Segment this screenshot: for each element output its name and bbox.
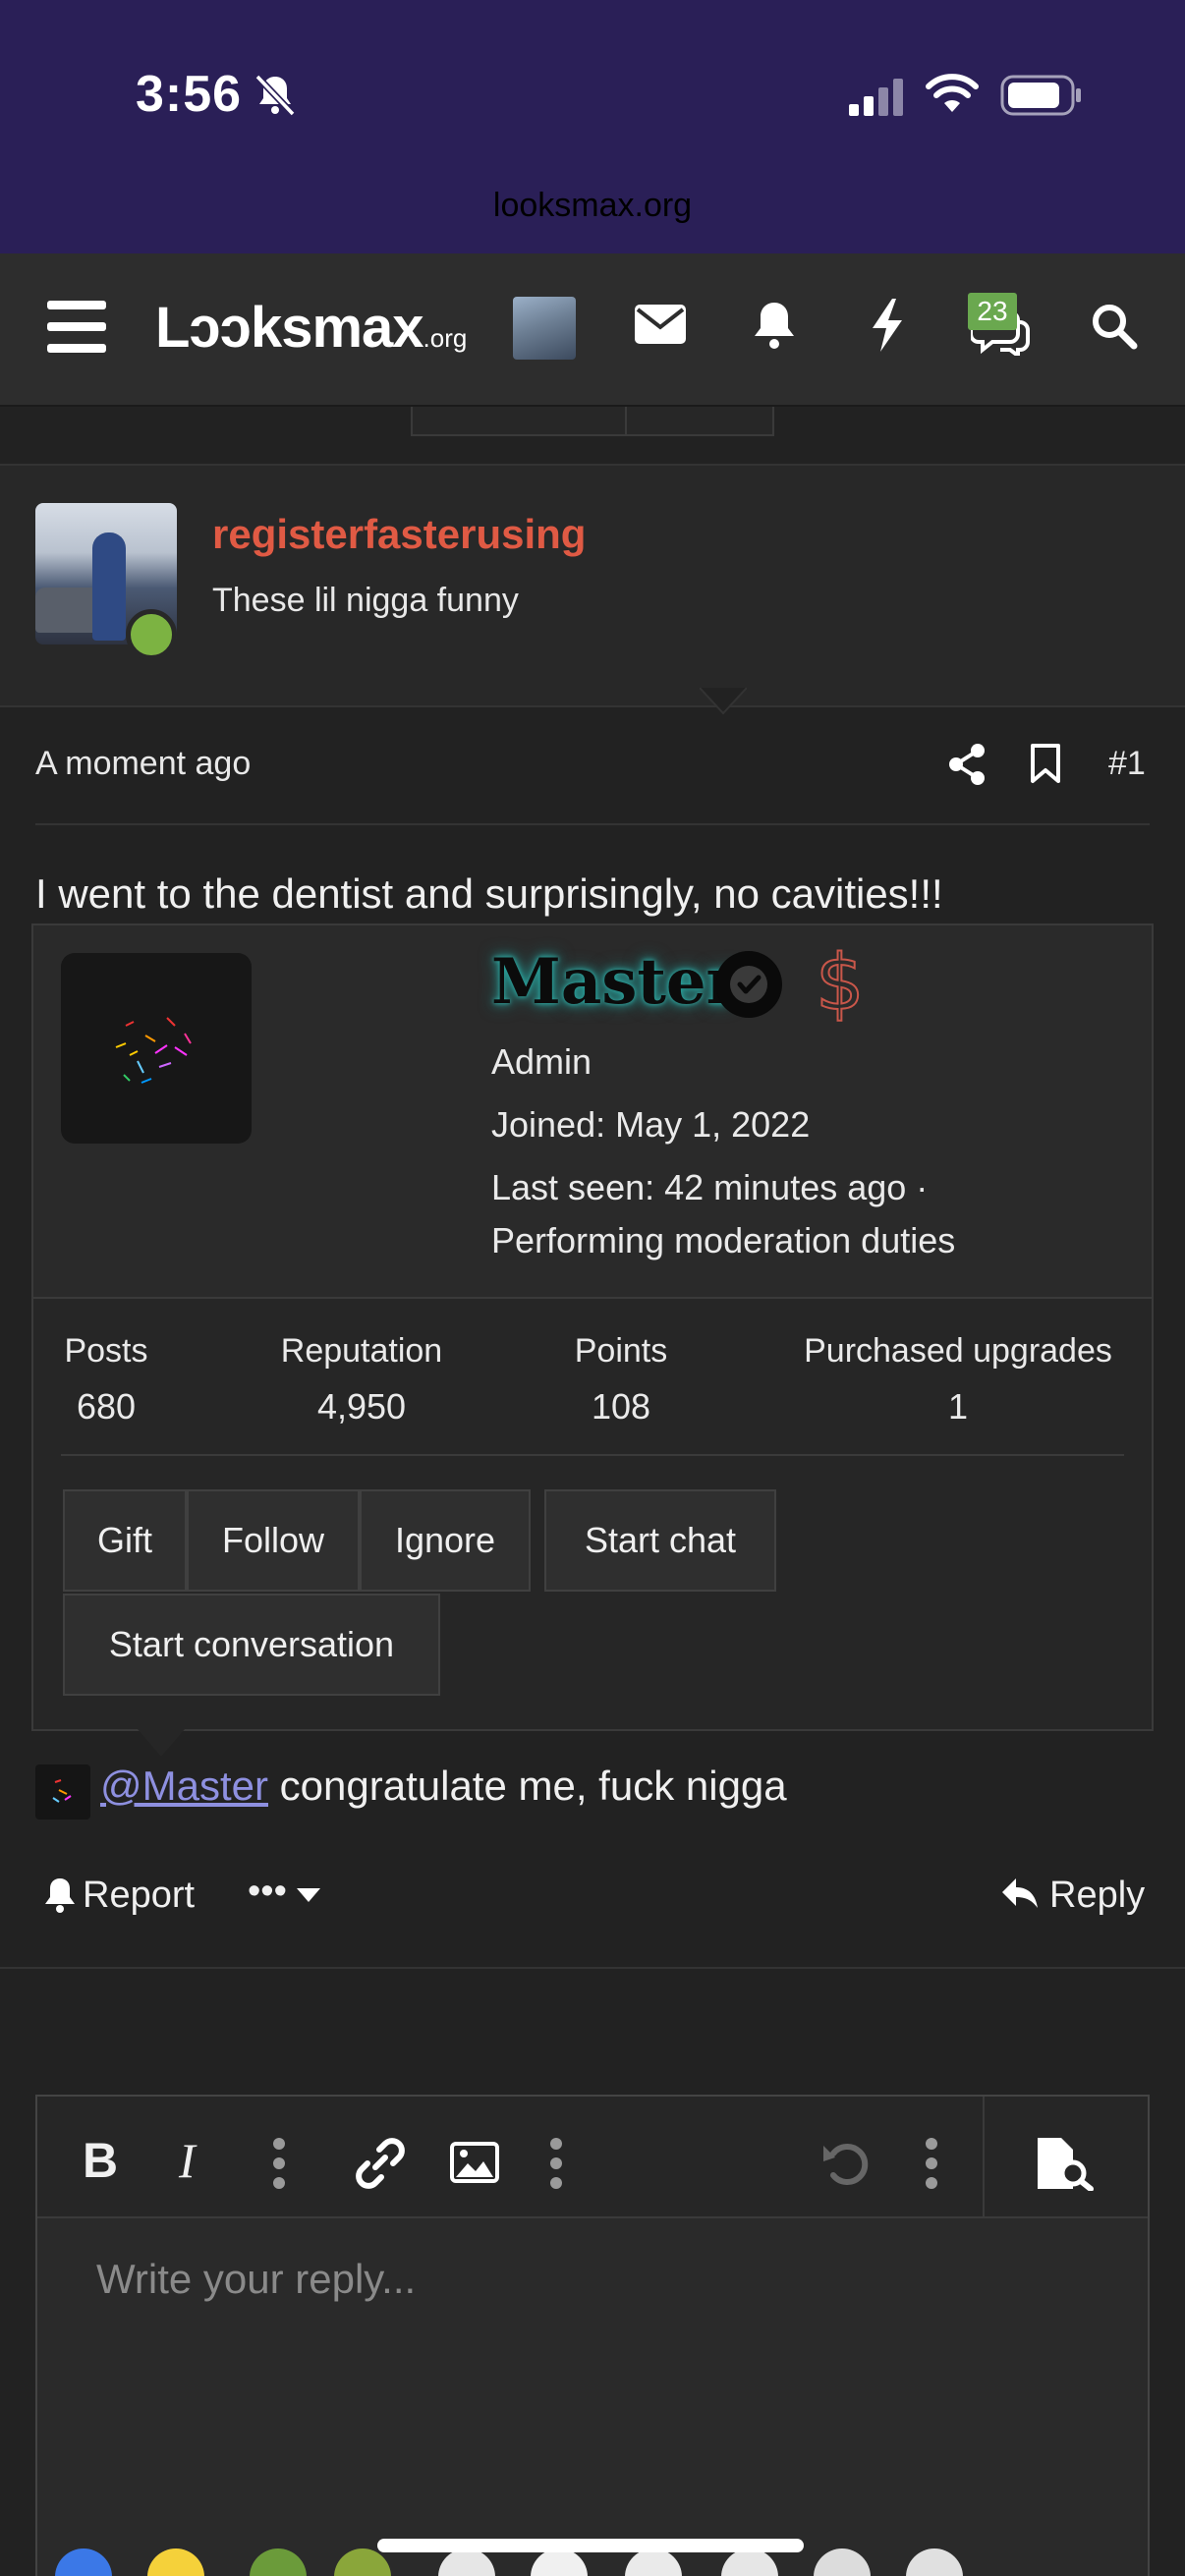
conversations-badge[interactable]: 23 bbox=[968, 293, 1017, 330]
pointer-caret bbox=[700, 688, 747, 715]
section-divider bbox=[0, 1967, 1185, 1969]
toolbar-divider bbox=[983, 2097, 985, 2218]
site-logo[interactable]: Lɔɔksmax.org bbox=[155, 295, 467, 361]
menu-icon[interactable] bbox=[47, 299, 106, 354]
more-options-icon[interactable] bbox=[271, 2138, 287, 2189]
emoji-icon[interactable] bbox=[334, 2548, 391, 2576]
stat-value: 1 bbox=[947, 1386, 969, 1427]
wifi-icon bbox=[926, 74, 979, 112]
reply-placeholder: Write your reply... bbox=[96, 2256, 417, 2302]
mention-avatar[interactable] bbox=[35, 1764, 90, 1820]
stat-label: Reputation bbox=[280, 1332, 443, 1370]
member-avatar-art bbox=[115, 1017, 192, 1084]
user-avatar[interactable] bbox=[513, 297, 576, 360]
emoji-strip bbox=[0, 2548, 1185, 2576]
post-author-header bbox=[0, 464, 1185, 707]
home-indicator[interactable] bbox=[377, 2539, 804, 2552]
post-body-mention-line: @Master congratulate me, fuck nigga bbox=[100, 1763, 787, 1810]
stat-purchased-upgrades[interactable]: Purchased upgrades 1 bbox=[784, 1332, 1132, 1428]
emoji-icon[interactable] bbox=[906, 2548, 963, 2576]
stats-divider bbox=[61, 1454, 1124, 1456]
start-conversation-button[interactable]: Start conversation bbox=[63, 1594, 440, 1696]
bookmark-icon[interactable] bbox=[1030, 743, 1061, 784]
emoji-icon[interactable] bbox=[721, 2548, 778, 2576]
member-avatar[interactable] bbox=[61, 953, 252, 1144]
bell-slash-icon bbox=[254, 74, 296, 117]
stat-value: 680 bbox=[76, 1386, 137, 1427]
gift-button[interactable]: Gift bbox=[63, 1489, 187, 1592]
cellular-signal-icon bbox=[849, 79, 903, 116]
stat-label: Purchased upgrades bbox=[804, 1332, 1112, 1370]
dollar-upgrade-icon: $ bbox=[815, 938, 866, 1029]
address-bar-url[interactable]: looksmax.org bbox=[0, 187, 1185, 225]
verified-badge-icon bbox=[715, 951, 782, 1018]
member-last-seen: Last seen: 42 minutes ago · bbox=[491, 1167, 929, 1207]
search-icon[interactable] bbox=[1091, 303, 1138, 350]
mention-link[interactable]: @Master bbox=[100, 1763, 268, 1809]
ignore-button[interactable]: Ignore bbox=[360, 1489, 531, 1592]
emoji-icon[interactable] bbox=[625, 2548, 682, 2576]
online-status-indicator bbox=[126, 609, 177, 660]
emoji-icon[interactable] bbox=[531, 2548, 588, 2576]
report-button[interactable]: Report bbox=[83, 1875, 195, 1917]
emoji-icon[interactable] bbox=[147, 2548, 204, 2576]
stat-value: 4,950 bbox=[316, 1386, 407, 1427]
stat-label: Points bbox=[574, 1332, 668, 1370]
stat-value: 108 bbox=[591, 1386, 651, 1427]
chevron-down-icon[interactable] bbox=[297, 1888, 320, 1902]
post-number[interactable]: #1 bbox=[1108, 745, 1146, 783]
author-username[interactable]: registerfasterusing bbox=[212, 511, 586, 558]
link-icon[interactable] bbox=[354, 2138, 407, 2189]
emoji-icon[interactable] bbox=[250, 2548, 307, 2576]
more-actions-button[interactable]: ••• bbox=[248, 1871, 287, 1913]
mention-avatar-art bbox=[52, 1779, 72, 1803]
stat-points[interactable]: Points 108 bbox=[552, 1332, 690, 1428]
mention-rest-text: congratulate me, fuck nigga bbox=[268, 1763, 787, 1809]
reply-button[interactable]: Reply bbox=[1049, 1875, 1145, 1917]
emoji-icon[interactable] bbox=[438, 2548, 495, 2576]
emoji-icon[interactable] bbox=[814, 2548, 871, 2576]
emoji-icon[interactable] bbox=[55, 2548, 112, 2576]
follow-button[interactable]: Follow bbox=[187, 1489, 360, 1592]
status-time: 3:56 bbox=[136, 66, 243, 123]
start-chat-button[interactable]: Start chat bbox=[544, 1489, 776, 1592]
battery-icon bbox=[1000, 75, 1081, 116]
post-timestamp[interactable]: A moment ago bbox=[35, 745, 251, 783]
stat-label: Posts bbox=[64, 1332, 148, 1370]
post-body-text: I went to the dentist and surprisingly, … bbox=[35, 870, 943, 917]
image-icon[interactable] bbox=[450, 2142, 499, 2183]
meta-divider bbox=[35, 823, 1150, 825]
member-role: Admin bbox=[491, 1041, 592, 1082]
stat-reputation[interactable]: Reputation 4,950 bbox=[261, 1332, 462, 1428]
share-icon[interactable] bbox=[947, 743, 987, 786]
more-history-options-icon[interactable] bbox=[924, 2138, 939, 2189]
member-name[interactable]: Master bbox=[491, 945, 739, 1019]
lightning-icon[interactable] bbox=[871, 299, 904, 352]
author-title: These lil nigga funny bbox=[212, 582, 519, 619]
card-pointer bbox=[138, 1729, 185, 1757]
bold-icon[interactable]: B bbox=[83, 2132, 118, 2189]
report-bell-icon[interactable] bbox=[43, 1876, 77, 1914]
preview-icon[interactable] bbox=[1036, 2136, 1095, 2191]
italic-icon[interactable]: I bbox=[179, 2132, 196, 2189]
member-joined: Joined: May 1, 2022 bbox=[491, 1104, 811, 1145]
envelope-icon[interactable] bbox=[635, 305, 686, 344]
editor-toolbar bbox=[37, 2097, 1148, 2218]
member-activity: Performing moderation duties bbox=[491, 1220, 956, 1260]
more-insert-options-icon[interactable] bbox=[548, 2138, 564, 2189]
reply-arrow-icon[interactable] bbox=[1000, 1876, 1040, 1910]
pagination-tabs bbox=[411, 407, 774, 436]
bell-icon[interactable] bbox=[753, 301, 796, 350]
undo-icon[interactable] bbox=[821, 2138, 873, 2189]
stat-posts[interactable]: Posts 680 bbox=[39, 1332, 173, 1428]
